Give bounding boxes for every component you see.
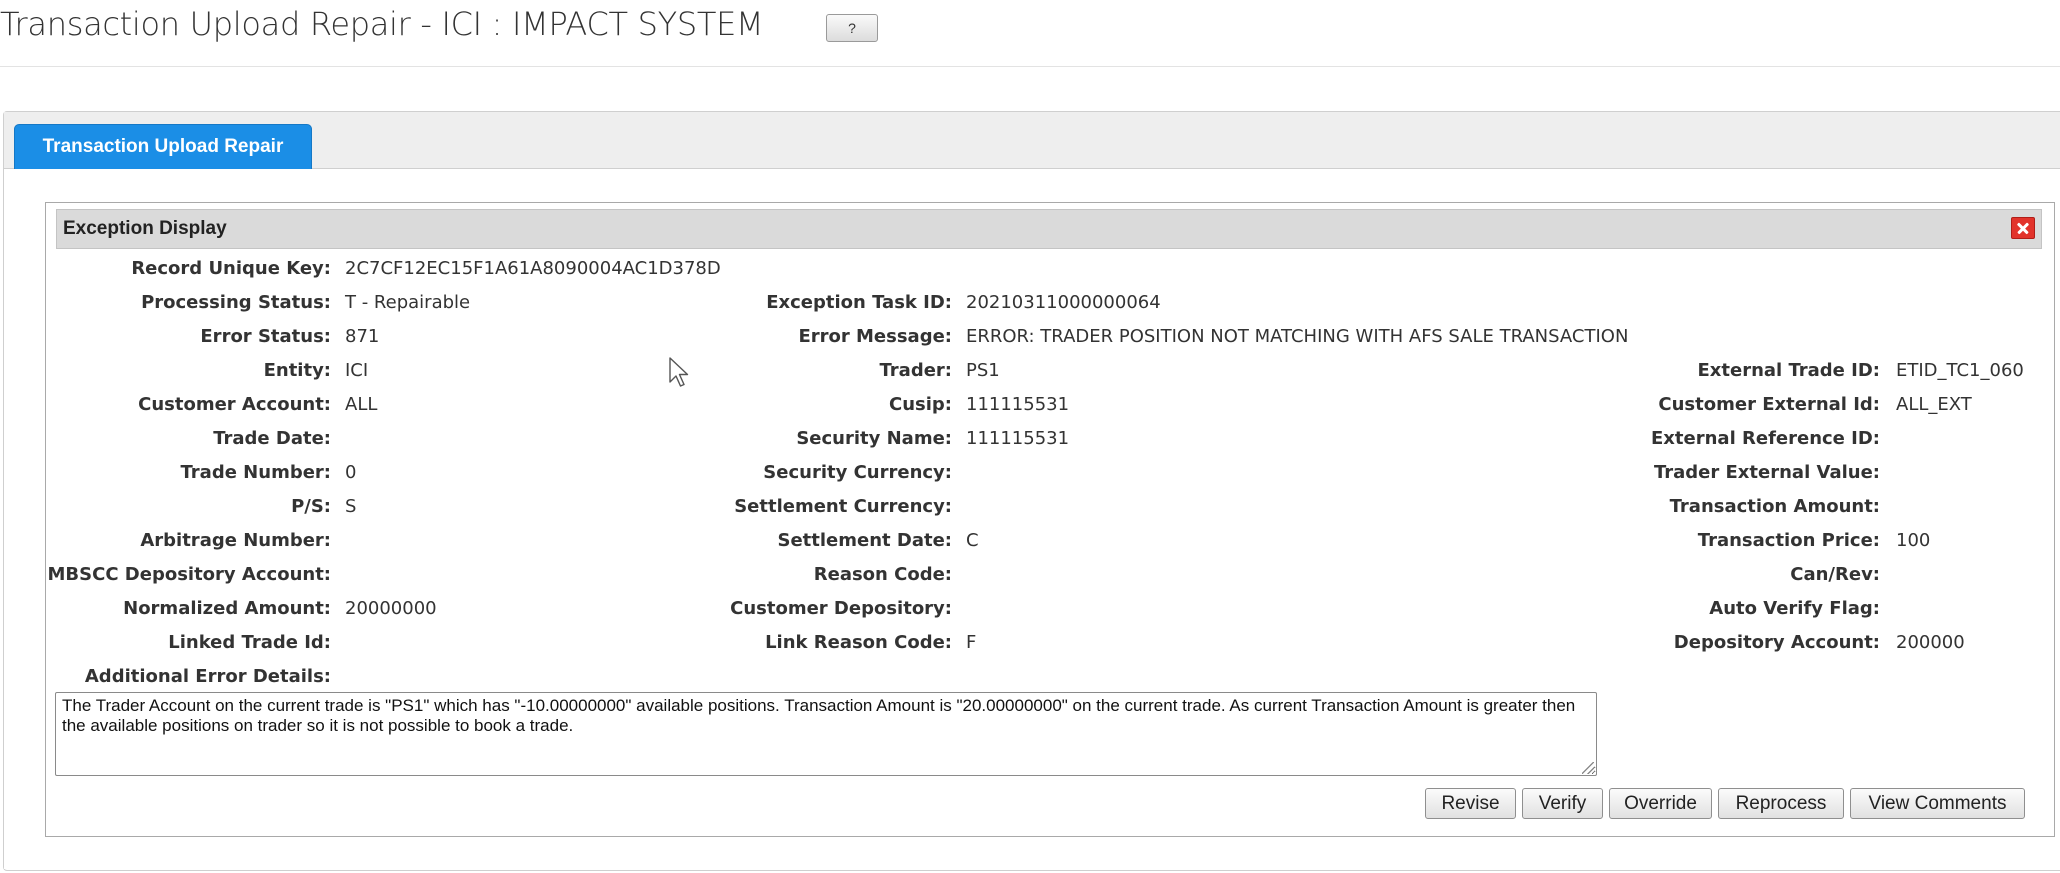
- label-external-reference-id: External Reference ID:: [1651, 428, 1880, 449]
- label-entity: Entity:: [263, 360, 331, 381]
- label-auto-verify-flag: Auto Verify Flag:: [1709, 598, 1880, 619]
- label-linked-trade-id: Linked Trade Id:: [168, 632, 331, 653]
- label-trader-external-value: Trader External Value:: [1653, 462, 1880, 483]
- label-normalized-amount: Normalized Amount:: [123, 598, 331, 619]
- value-link-reason-code: F: [966, 632, 977, 653]
- label-trader: Trader:: [879, 360, 953, 381]
- page-title: Transaction Upload Repair - ICI : IMPACT…: [0, 5, 764, 43]
- label-mbscc-depository-account: MBSCC Depository Account:: [47, 564, 331, 585]
- value-security-name: 111115531: [966, 428, 1070, 449]
- label-trade-date: Trade Date:: [213, 428, 331, 449]
- label-depository-account: Depository Account:: [1673, 632, 1880, 653]
- label-exception-task-id: Exception Task ID:: [766, 292, 952, 313]
- value-trade-number: 0: [345, 462, 357, 483]
- label-reason-code: Reason Code:: [813, 564, 952, 585]
- value-external-trade-id: ETID_TC1_060: [1896, 360, 2024, 381]
- value-error-status: 871: [345, 326, 380, 347]
- close-icon[interactable]: [2011, 217, 2035, 239]
- label-can-rev: Can/Rev:: [1790, 564, 1880, 585]
- label-security-name: Security Name:: [796, 428, 952, 449]
- revise-button[interactable]: Revise: [1425, 788, 1516, 819]
- override-button[interactable]: Override: [1609, 788, 1712, 819]
- title-divider: [0, 66, 2060, 67]
- label-additional-error-details: Additional Error Details:: [84, 666, 331, 687]
- value-entity: ICI: [345, 360, 369, 381]
- label-customer-external-id: Customer External Id:: [1658, 394, 1880, 415]
- label-customer-depository: Customer Depository:: [730, 598, 952, 619]
- label-external-trade-id: External Trade ID:: [1697, 360, 1880, 381]
- exception-display-header: Exception Display: [56, 209, 2042, 249]
- label-ps: P/S:: [291, 496, 331, 517]
- label-error-status: Error Status:: [200, 326, 331, 347]
- help-button[interactable]: ?: [826, 14, 878, 42]
- label-link-reason-code: Link Reason Code:: [765, 632, 952, 653]
- reprocess-button[interactable]: Reprocess: [1718, 788, 1844, 819]
- label-error-message: Error Message:: [798, 326, 952, 347]
- value-settlement-date: C: [966, 530, 979, 551]
- label-settlement-date: Settlement Date:: [777, 530, 952, 551]
- value-trader: PS1: [966, 360, 1000, 381]
- mouse-cursor-icon: [669, 357, 689, 387]
- tab-strip: Transaction Upload Repair: [4, 112, 2060, 169]
- view-comments-button[interactable]: View Comments: [1850, 788, 2025, 819]
- label-transaction-amount: Transaction Amount:: [1669, 496, 1880, 517]
- label-record-unique-key: Record Unique Key:: [131, 258, 331, 279]
- exception-display-title: Exception Display: [63, 218, 227, 239]
- value-processing-status: T - Repairable: [345, 292, 471, 313]
- verify-button[interactable]: Verify: [1522, 788, 1603, 819]
- additional-error-details-textarea[interactable]: The Trader Account on the current trade …: [55, 692, 1597, 776]
- label-processing-status: Processing Status:: [141, 292, 331, 313]
- label-transaction-price: Transaction Price:: [1697, 530, 1880, 551]
- value-record-unique-key: 2C7CF12EC15F1A61A8090004AC1D378D: [345, 258, 721, 279]
- value-exception-task-id: 20210311000000064: [966, 292, 1161, 313]
- value-normalized-amount: 20000000: [345, 598, 437, 619]
- value-depository-account: 200000: [1896, 632, 1965, 653]
- tab-transaction-upload-repair[interactable]: Transaction Upload Repair: [14, 124, 312, 169]
- label-trade-number: Trade Number:: [180, 462, 332, 483]
- value-transaction-price: 100: [1896, 530, 1931, 551]
- label-security-currency: Security Currency:: [763, 462, 952, 483]
- label-cusip: Cusip:: [889, 394, 952, 415]
- label-customer-account: Customer Account:: [138, 394, 331, 415]
- label-settlement-currency: Settlement Currency:: [734, 496, 952, 517]
- value-customer-account: ALL: [345, 394, 378, 415]
- value-error-message: ERROR: TRADER POSITION NOT MATCHING WITH…: [966, 326, 1629, 347]
- value-ps: S: [345, 496, 357, 517]
- value-customer-external-id: ALL_EXT: [1896, 394, 1972, 415]
- resize-grip-icon[interactable]: [1582, 762, 1594, 774]
- value-cusip: 111115531: [966, 394, 1070, 415]
- label-arbitrage-number: Arbitrage Number:: [140, 530, 331, 551]
